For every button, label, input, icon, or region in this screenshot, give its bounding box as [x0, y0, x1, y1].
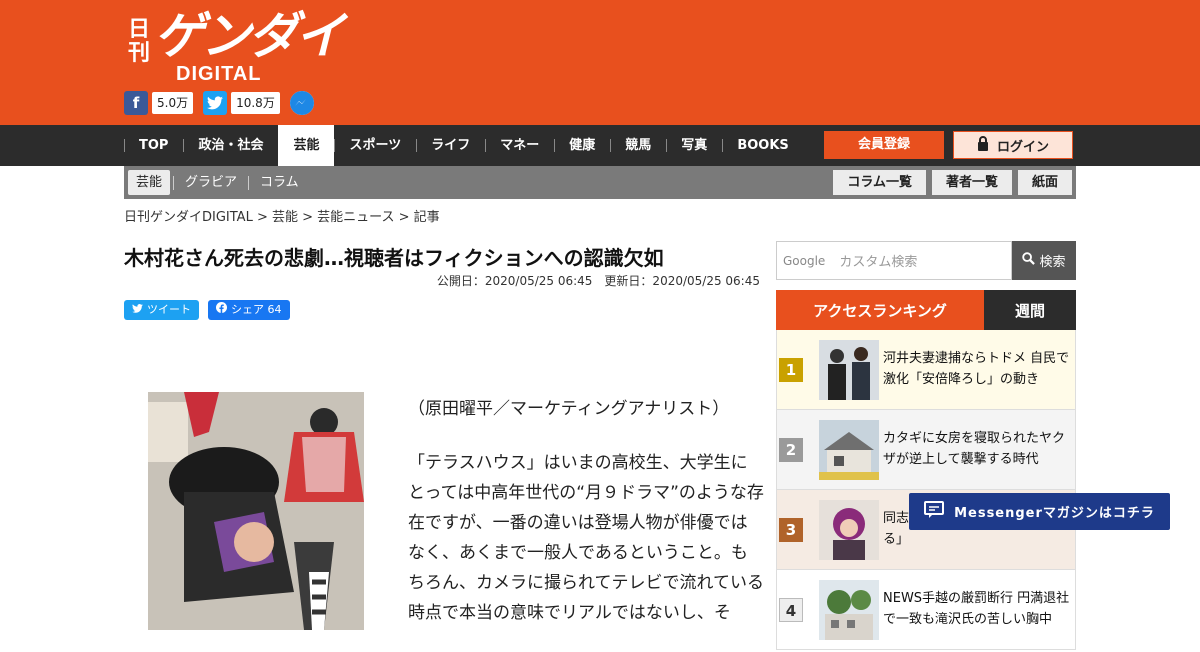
rank-number: 4	[779, 598, 803, 622]
newspaper-button[interactable]: 紙面	[1017, 170, 1072, 195]
ranking-item[interactable]: 2 カタギに女房を寝取られたヤクザが逆上して襲撃する時代	[776, 410, 1076, 490]
twitter-icon	[132, 300, 143, 320]
messenger-icon[interactable]	[289, 91, 314, 115]
tab-weekly[interactable]: 週間	[984, 290, 1076, 330]
site-header: 日刊 ゲンダイ DIGITAL f 5.0万 10.8万	[0, 0, 1200, 125]
google-label: Google	[783, 253, 826, 268]
tweet-button[interactable]: ツイート	[124, 300, 199, 320]
article-dates: 公開日：2020/05/25 06:45 更新日：2020/05/25 06:4…	[436, 274, 760, 288]
rank-number: 1	[779, 358, 803, 382]
nav-item-top[interactable]: TOP	[124, 125, 183, 166]
ranking-thumbnail	[819, 340, 879, 400]
logo-small-text: 日刊	[128, 17, 151, 66]
facebook-icon[interactable]: f	[124, 91, 148, 115]
share-buttons: ツイート シェア 64	[124, 300, 290, 320]
search-button-label: 検索	[1039, 255, 1066, 270]
logo-main-text: ゲンダイ	[154, 7, 345, 65]
nav-item-health[interactable]: 健康	[554, 125, 610, 166]
subnav-divider	[173, 175, 175, 190]
register-button[interactable]: 会員登録	[824, 131, 944, 159]
column-list-button[interactable]: コラム一覧	[833, 170, 926, 195]
search-input[interactable]: Google カスタム検索	[776, 241, 1012, 280]
ranking-headline: NEWS手越の厳罰断行 円満退社で一致も滝沢氏の苦しい胸中	[883, 591, 1070, 627]
facebook-icon	[216, 300, 227, 320]
lock-icon	[977, 135, 989, 155]
nav-item-politics[interactable]: 政治・社会	[183, 125, 278, 166]
subnav-divider	[248, 175, 250, 190]
author-list-button[interactable]: 著者一覧	[931, 170, 1012, 195]
tweet-label: ツイート	[147, 303, 191, 316]
subtab-entertainment[interactable]: 芸能	[128, 170, 171, 195]
ranking-thumbnail	[819, 420, 879, 480]
messenger-magazine-button[interactable]: Messengerマガジンはコチラ	[909, 493, 1170, 530]
chat-icon	[924, 500, 945, 523]
site-logo[interactable]: 日刊 ゲンダイ DIGITAL	[126, 8, 345, 86]
nav-item-sports[interactable]: スポーツ	[334, 125, 416, 166]
nav-item-photo[interactable]: 写真	[666, 125, 722, 166]
article-paragraph: 「テラスハウス」はいまの高校生、大学生にとっては中高年世代の“月９ドラマ”のよう…	[408, 453, 764, 623]
login-label: ログイン	[996, 139, 1049, 155]
social-counts: f 5.0万 10.8万	[124, 91, 314, 115]
nav-item-entertainment[interactable]: 芸能	[278, 125, 335, 166]
article-body: （原田曜平／マーケティングアナリスト） 「テラスハウス」はいまの高校生、大学生に…	[408, 394, 764, 652]
logo-sub-text: DIGITAL	[176, 63, 262, 85]
ranking-thumbnail	[819, 580, 879, 640]
nav-item-books[interactable]: BOOKS	[722, 125, 803, 166]
nav-item-keiba[interactable]: 競馬	[610, 125, 666, 166]
search-button[interactable]: 検索	[1012, 241, 1076, 280]
ranking-headline: 河井夫妻逮捕ならトドメ 自民で激化「安倍降ろし」の動き	[883, 351, 1070, 387]
article-paragraph: （原田曜平／マーケティングアナリスト）	[408, 399, 730, 419]
facebook-count: 5.0万	[152, 92, 194, 114]
ranking-headline: カタギに女房を寝取られたヤクザが逆上して襲撃する時代	[883, 431, 1066, 467]
rank-number: 3	[779, 518, 803, 542]
article-title: 木村花さん死去の悲劇…視聴者はフィクションへの認識欠如	[124, 246, 664, 270]
sub-nav: 芸能 グラビア コラム コラム一覧 著者一覧 紙面	[124, 166, 1076, 199]
search-icon	[1022, 252, 1036, 269]
search-placeholder: カスタム検索	[839, 255, 918, 270]
facebook-share-button[interactable]: シェア 64	[208, 300, 290, 320]
share-label: シェア 64	[231, 303, 282, 316]
twitter-icon[interactable]	[203, 91, 228, 115]
subtab-column[interactable]: コラム	[252, 170, 307, 195]
article-photo	[124, 392, 386, 630]
breadcrumb[interactable]: 日刊ゲンダイDIGITAL > 芸能 > 芸能ニュース > 記事	[124, 206, 440, 225]
ranking-item[interactable]: 1 河井夫妻逮捕ならトドメ 自民で激化「安倍降ろし」の動き	[776, 330, 1076, 410]
login-button[interactable]: ログイン	[953, 131, 1073, 159]
messenger-label: Messengerマガジンはコチラ	[954, 506, 1155, 521]
ranking-list: 1 河井夫妻逮捕ならトドメ 自民で激化「安倍降ろし」の動き 2 カタギに女房を寝…	[776, 330, 1076, 650]
subtab-gravure[interactable]: グラビア	[177, 170, 245, 195]
nav-item-money[interactable]: マネー	[485, 125, 554, 166]
tab-access-ranking[interactable]: アクセスランキング	[776, 290, 984, 330]
ranking-tabs: アクセスランキング 週間	[776, 290, 1076, 330]
ranking-item[interactable]: 4 NEWS手越の厳罰断行 円満退社で一致も滝沢氏の苦しい胸中	[776, 570, 1076, 650]
rank-number: 2	[779, 438, 803, 462]
nav-item-life[interactable]: ライフ	[416, 125, 485, 166]
twitter-count: 10.8万	[231, 92, 280, 114]
ranking-thumbnail	[819, 500, 879, 560]
site-search: Google カスタム検索 検索	[776, 241, 1076, 280]
